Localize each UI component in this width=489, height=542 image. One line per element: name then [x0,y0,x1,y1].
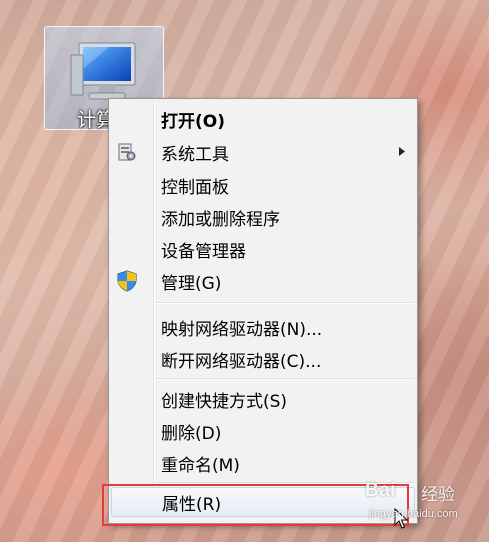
menu-item-system-tools[interactable]: 系统工具 [111,137,415,167]
menu-item-label: 系统工具 [161,144,229,165]
menu-item-disconnect-network-drive[interactable]: 断开网络驱动器(C)... [111,344,415,374]
menu-item-label: 删除(D) [161,423,222,444]
watermark-url: jingyan.baidu.com [369,508,458,520]
menu-item-label: 管理(G) [161,273,222,294]
menu-item-create-shortcut[interactable]: 创建快捷方式(S) [111,384,415,414]
computer-icon [70,42,136,100]
watermark-brand: Bai [365,480,397,501]
context-menu: 打开(O) 系统工具 控制面板 添加或删除程序 设备管理器 管理(G) 映射网络… [108,98,418,524]
menu-item-manage[interactable]: 管理(G) [111,266,415,296]
menu-item-rename[interactable]: 重命名(M) [111,448,415,478]
baidu-jingyan-watermark: Bai 经验 jingyan.baidu.com [359,480,469,532]
menu-item-label: 断开网络驱动器(C)... [161,351,322,372]
menu-item-device-manager[interactable]: 设备管理器 [111,234,415,264]
system-tools-icon [118,143,136,161]
menu-item-map-network-drive[interactable]: 映射网络驱动器(N)... [111,312,415,342]
menu-separator [155,302,415,304]
menu-item-delete[interactable]: 删除(D) [111,416,415,446]
uac-shield-icon [117,270,137,292]
menu-item-label: 映射网络驱动器(N)... [161,319,323,340]
menu-item-label: 设备管理器 [161,241,246,262]
menu-item-open[interactable]: 打开(O) [111,104,415,134]
watermark-brand-suffix: 经验 [421,485,455,504]
menu-item-control-panel[interactable]: 控制面板 [111,170,415,200]
submenu-arrow-icon [399,147,405,156]
menu-item-label: 创建快捷方式(S) [161,391,288,412]
menu-item-label: 添加或删除程序 [161,209,280,230]
menu-item-label: 控制面板 [161,177,229,198]
menu-item-label: 打开(O) [161,111,225,132]
menu-item-add-remove-programs[interactable]: 添加或删除程序 [111,202,415,232]
menu-separator [155,378,415,380]
menu-item-label: 重命名(M) [161,455,240,476]
